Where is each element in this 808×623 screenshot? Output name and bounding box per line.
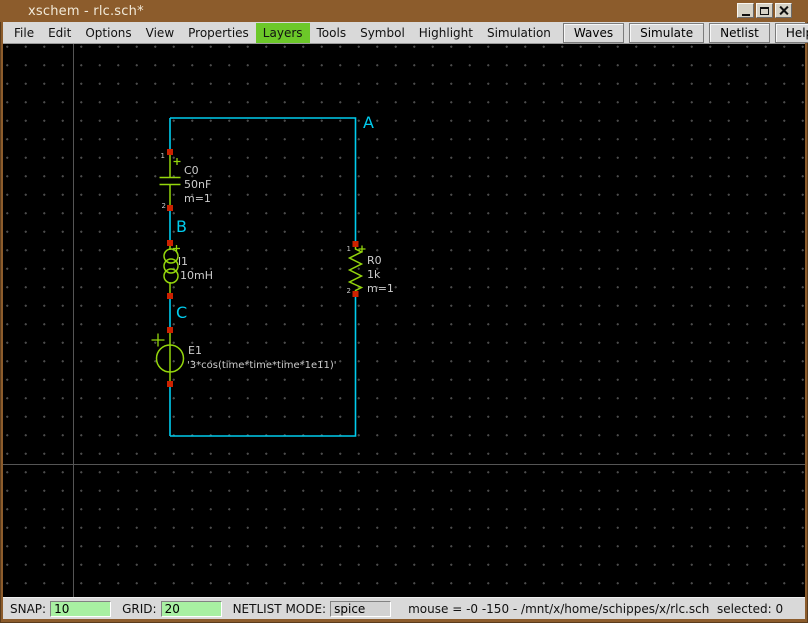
menubar: File Edit Options View Properties Layers… [3,22,808,44]
menu-symbol[interactable]: Symbol [353,23,412,43]
resistor-value[interactable]: 1k [367,268,381,281]
menu-properties[interactable]: Properties [181,23,256,43]
xschem-window: xschem - rlc.sch* File Edit Options View… [0,0,808,623]
resistor-mult[interactable]: m=1 [367,282,394,295]
net-label-a[interactable]: A [363,113,374,132]
simulate-button[interactable]: Simulate [629,22,705,43]
net-label-c[interactable]: C [176,303,187,322]
capacitor-plus-mark [173,158,181,165]
menu-view[interactable]: View [139,23,181,43]
netlist-mode-input[interactable] [330,600,392,617]
netlist-mode-label: NETLIST MODE: [232,601,327,616]
schematic-drawing: 1 2 C0 50nF m=1 l1 10mH E1 '3*cos(time*t… [151,113,394,437]
minimize-icon [741,13,750,16]
resistor-pin2-number: 2 [347,287,351,295]
statusbar: SNAP: GRID: NETLIST MODE: mouse = -0 -15… [3,597,805,619]
voltage-source-symbol[interactable]: E1 '3*cos(time*time*time*1e11)' [151,327,337,387]
resistor-symbol[interactable]: 1 2 R0 1k m=1 [347,241,394,297]
menu-layers[interactable]: Layers [255,22,310,43]
window-controls [737,3,792,18]
menu-highlight[interactable]: Highlight [412,23,480,43]
menu-simulation[interactable]: Simulation [480,23,558,43]
menu-options[interactable]: Options [78,23,138,43]
source-pin2[interactable] [167,381,173,387]
help-button[interactable]: Help [774,22,808,43]
waves-button[interactable]: Waves [562,22,625,43]
close-button[interactable] [775,3,792,18]
capacitor-pin1-number: 1 [161,152,165,160]
inductor-pin2[interactable] [167,293,173,299]
capacitor-mult[interactable]: m=1 [184,192,211,205]
menu-tools[interactable]: Tools [310,23,354,43]
capacitor-value[interactable]: 50nF [184,178,211,191]
capacitor-pin2[interactable] [167,205,173,211]
source-value[interactable]: '3*cos(time*time*time*1e11)' [187,360,337,371]
minimize-button[interactable] [737,3,754,18]
snap-input[interactable] [50,600,112,617]
mouse-status: mouse = -0 -150 - /mnt/x/home/schippes/x… [408,601,784,616]
grid-label: GRID: [122,601,157,616]
menu-edit[interactable]: Edit [41,23,78,43]
netlist-button[interactable]: Netlist [709,22,770,43]
window-title: xschem - rlc.sch* [28,3,144,19]
inductor-value[interactable]: 10mH [180,269,213,282]
inductor-plus-mark [173,245,180,252]
close-icon [779,6,788,15]
resistor-ref[interactable]: R0 [367,254,382,267]
capacitor-symbol[interactable]: 1 2 C0 50nF m=1 [159,149,212,211]
inductor-pin1[interactable] [167,240,173,246]
snap-label: SNAP: [10,601,47,616]
resistor-pin1[interactable] [352,241,359,247]
capacitor-pin1[interactable] [167,149,173,155]
menu-file[interactable]: File [7,23,41,43]
capacitor-pin2-number: 2 [162,202,166,210]
schematic-canvas[interactable]: 1 2 C0 50nF m=1 l1 10mH E1 '3*cos(time*t… [3,44,805,597]
inductor-ref[interactable]: l1 [178,255,188,268]
source-ref[interactable]: E1 [188,344,202,357]
capacitor-ref[interactable]: C0 [184,164,199,177]
maximize-button[interactable] [756,3,773,18]
maximize-icon [760,6,769,15]
source-plus-mark [151,333,165,347]
inductor-symbol[interactable]: l1 10mH [163,240,213,299]
resistor-pin1-number: 1 [347,245,351,253]
source-pin1[interactable] [167,327,173,333]
net-label-b[interactable]: B [176,217,187,236]
resistor-pin2[interactable] [352,291,359,297]
titlebar[interactable]: xschem - rlc.sch* [0,0,808,22]
grid-input[interactable] [160,600,222,617]
